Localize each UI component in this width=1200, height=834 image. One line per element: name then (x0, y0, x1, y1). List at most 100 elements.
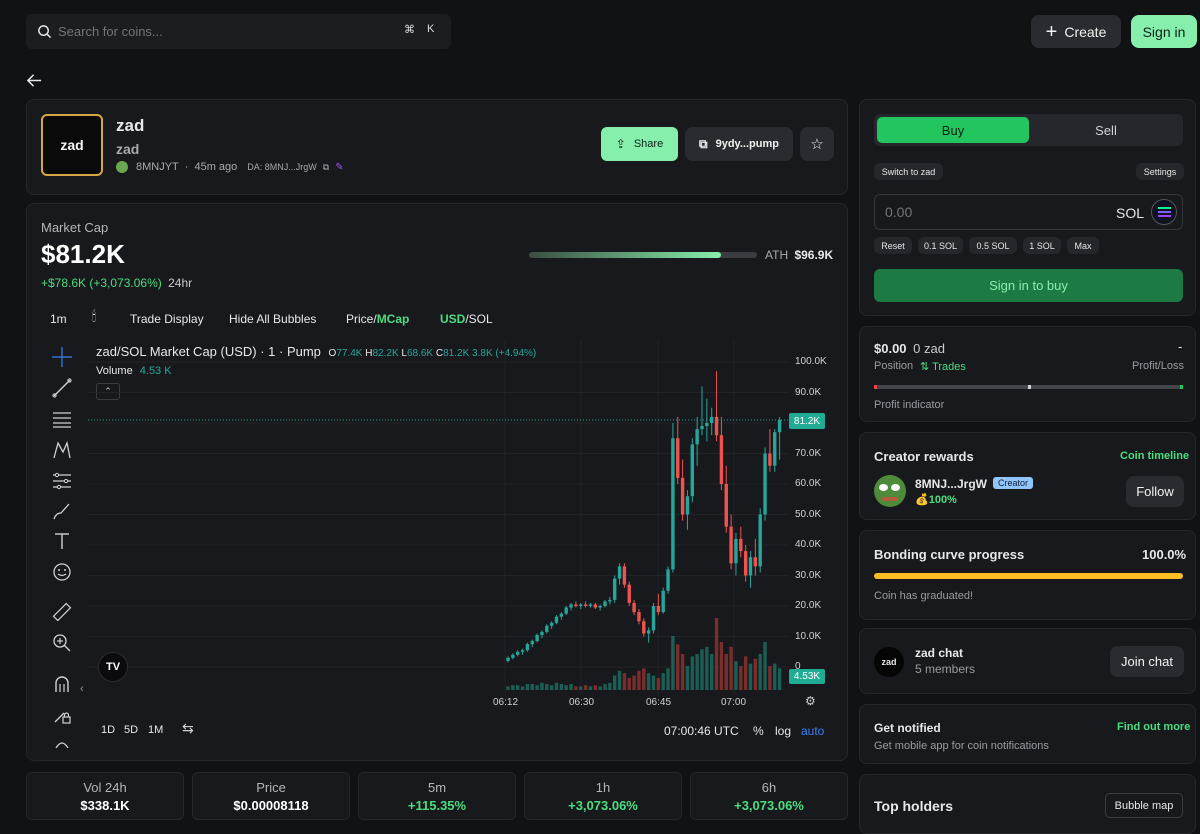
candle-body (710, 416, 714, 423)
sign-in-button[interactable]: Sign in (1131, 15, 1197, 48)
volume-bar (627, 678, 631, 690)
lock-drawing-icon[interactable] (52, 705, 72, 725)
back-arrow-icon[interactable] (26, 72, 43, 89)
ath-progress-bar (529, 252, 757, 258)
quick-amount-button[interactable]: 1 SOL (1023, 237, 1061, 254)
hide-drawings-icon[interactable] (52, 736, 72, 748)
candlestick-icon[interactable]: 🕯 (92, 308, 96, 325)
favorite-button[interactable]: ☆ (800, 127, 834, 161)
goto-date-icon[interactable]: ⇆ (182, 720, 194, 737)
amount-input[interactable] (885, 204, 1065, 220)
top-holders-title: Top holders (874, 798, 954, 814)
stat-card: 5m +115.35% (358, 772, 516, 820)
sol-label: /SOL (465, 312, 493, 326)
candlestick-chart[interactable] (88, 340, 788, 695)
candle-body (656, 606, 661, 613)
horizontal-lines-icon[interactable] (52, 409, 72, 429)
contract-address-button[interactable]: ⧉ 9ydy...pump (685, 127, 793, 161)
utc-time[interactable]: 07:00:46 UTC (664, 724, 739, 738)
sign-in-to-buy-button[interactable]: Sign in to buy (874, 269, 1183, 302)
quick-amount-button[interactable]: Reset (874, 237, 912, 254)
y-axis-tick: 20.0K (795, 600, 822, 611)
price-mcap-toggle[interactable]: Price/MCap (346, 312, 409, 326)
stat-value: $338.1K (80, 798, 130, 813)
candle-body (690, 444, 694, 497)
quick-amount-button[interactable]: 0.1 SOL (918, 237, 963, 254)
sell-tab[interactable]: Sell (1032, 117, 1180, 143)
hide-bubbles-button[interactable]: Hide All Bubbles (229, 312, 316, 326)
volume-bar (583, 685, 588, 690)
candle-body (758, 514, 762, 567)
amount-field[interactable]: SOL (874, 194, 1183, 230)
stat-card: 1h +3,073.06% (524, 772, 682, 820)
pattern-icon[interactable] (52, 440, 72, 460)
interval-selector[interactable]: 1m (50, 312, 67, 326)
candle-body (777, 419, 782, 433)
trade-display-button[interactable]: Trade Display (130, 312, 204, 326)
y-axis-tick: 40.0K (795, 539, 822, 550)
quick-amount-button[interactable]: 0.5 SOL (969, 237, 1017, 254)
ath-label-row: ATH $96.9K (765, 248, 833, 262)
copy-icon[interactable]: ⧉ (323, 162, 329, 173)
range-5d[interactable]: 5D (124, 724, 138, 736)
candle-body (739, 538, 743, 552)
trend-line-icon[interactable] (52, 378, 72, 398)
share-button[interactable]: ⇪ Share (601, 127, 678, 161)
follow-button[interactable]: Follow (1126, 476, 1184, 507)
coin-timeline-link[interactable]: Coin timeline (1120, 450, 1189, 462)
volume-bar (777, 668, 782, 690)
x-axis-tick: 06:45 (646, 697, 672, 708)
text-tool-icon[interactable] (52, 531, 72, 551)
settings-button[interactable]: Settings (1136, 163, 1184, 180)
volume-bar (569, 684, 573, 690)
candle-body (646, 630, 651, 634)
find-out-more-link[interactable]: Find out more (1117, 721, 1190, 733)
join-chat-button[interactable]: Join chat (1110, 646, 1184, 677)
zoom-icon[interactable] (52, 633, 72, 653)
search-bar[interactable]: ⌘ K (26, 14, 451, 49)
change-period: 24hr (168, 276, 193, 290)
trades-link[interactable]: ⇅ Trades (920, 360, 966, 373)
stat-card: 6h +3,073.06% (690, 772, 848, 820)
measure-icon[interactable] (52, 471, 72, 491)
auto-toggle[interactable]: auto (801, 724, 824, 738)
position-value: $0.00 0 zad (874, 341, 945, 356)
stat-label: 5m (427, 780, 447, 795)
percent-toggle[interactable]: % (753, 724, 764, 738)
coin-name: zad (116, 116, 145, 135)
log-toggle[interactable]: log (775, 724, 791, 738)
volume-bar (574, 686, 578, 690)
ruler-icon[interactable] (52, 602, 72, 622)
crosshair-icon[interactable] (52, 347, 72, 367)
quick-amount-button[interactable]: Max (1067, 237, 1099, 254)
switch-token-button[interactable]: Switch to zad (874, 163, 943, 180)
candle-body (763, 453, 767, 515)
emoji-icon[interactable] (52, 562, 72, 582)
volume-bar (695, 654, 699, 690)
usd-sol-toggle[interactable]: USD/SOL (440, 312, 493, 326)
range-1d[interactable]: 1D (101, 724, 115, 736)
candle-body (608, 599, 612, 602)
creator-handle[interactable]: 8MNJYT (136, 161, 179, 173)
search-input[interactable] (58, 21, 358, 41)
creator-address[interactable]: 8MNJ...JrgW (915, 477, 987, 491)
candle-body (569, 604, 573, 608)
chart-settings-icon[interactable]: ⚙ (805, 694, 816, 708)
collapse-toolbar-icon[interactable]: ‹ (80, 683, 84, 695)
volume-bar (525, 684, 530, 690)
candle-body (695, 429, 699, 445)
dev-address[interactable]: DA: 8MNJ...JrgW (247, 162, 317, 172)
brush-icon[interactable] (52, 501, 72, 521)
candle-body (525, 644, 530, 651)
candle-body (564, 607, 568, 614)
buy-tab[interactable]: Buy (877, 117, 1029, 143)
volume-bar (739, 666, 743, 690)
chat-title: zad chat (915, 646, 964, 660)
create-button[interactable]: + Create (1031, 15, 1121, 48)
bubble-map-button[interactable]: Bubble map (1105, 793, 1183, 818)
magnet-icon[interactable] (52, 674, 72, 694)
range-1m[interactable]: 1M (148, 724, 163, 736)
volume-bar (598, 686, 602, 690)
bonding-percent: 100.0% (1142, 547, 1187, 562)
volume-bar (520, 686, 525, 690)
